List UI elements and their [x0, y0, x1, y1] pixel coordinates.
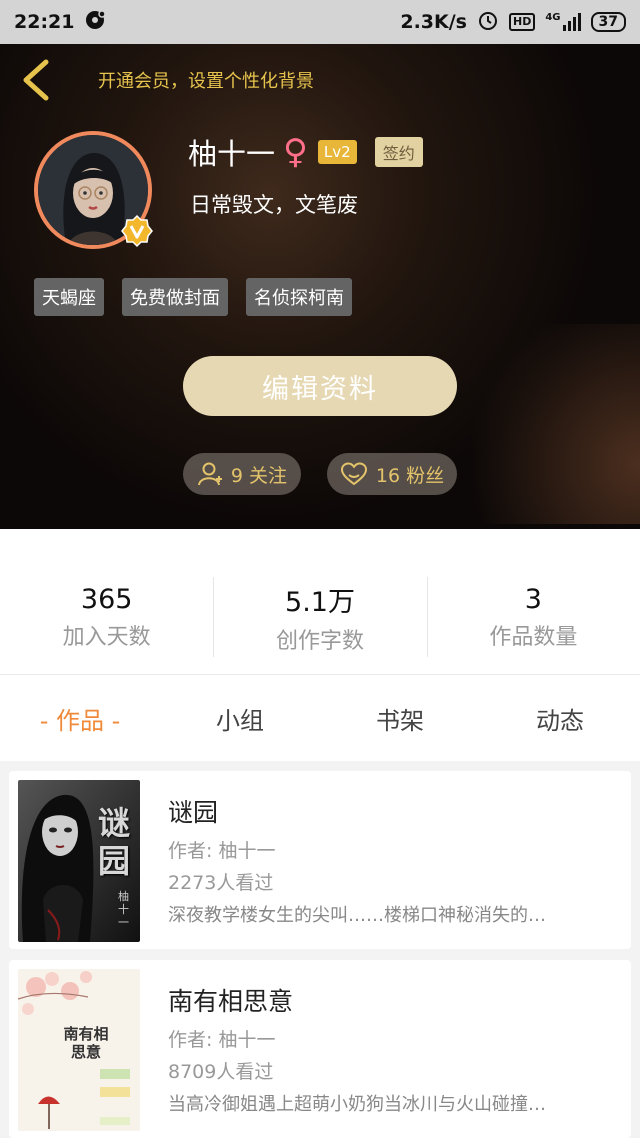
book-cover: 南有相思意 — [18, 969, 140, 1131]
stat-label: 作品数量 — [489, 625, 578, 650]
cover-title: 谜园 — [97, 804, 130, 880]
network-speed: 2.3K/s — [400, 11, 467, 33]
stat-value: 365 — [80, 584, 133, 615]
book-title: 南有相思意 — [168, 987, 294, 1016]
stat-label: 加入天数 — [62, 625, 151, 650]
tag-item: 免费做封面 — [122, 278, 228, 316]
heart-icon — [340, 462, 367, 486]
back-button[interactable] — [18, 58, 54, 102]
profile-header: 开通会员，设置个性化背景 柚十一 ♀ Lv2 签约 日常毁文，文笔废 天蝎座 免… — [0, 44, 640, 529]
stat-value: 5.1万 — [285, 587, 355, 618]
tab-bookshelf[interactable]: 书架 — [320, 675, 480, 761]
user-icon — [197, 462, 222, 486]
back-arrow-icon — [23, 59, 49, 101]
fans-count: 16 粉丝 — [375, 464, 445, 487]
tag-item: 天蝎座 — [34, 278, 104, 316]
vip-background-hint[interactable]: 开通会员，设置个性化背景 — [98, 67, 314, 93]
tab-works[interactable]: - 作品 - — [0, 675, 160, 761]
username: 柚十一 — [188, 137, 276, 171]
stats-panel: 365 加入天数 5.1万 创作字数 3 作品数量 — [0, 529, 640, 674]
verified-badge-icon — [120, 214, 154, 248]
book-card[interactable]: 谜园 柚十一 谜园 作者: 柚十一 2273人看过 深夜教学楼女生的尖叫……楼梯… — [9, 771, 631, 949]
cover-title: 南有相思意 — [63, 1025, 109, 1061]
level-badge: Lv2 — [317, 140, 357, 164]
alarm-icon — [477, 9, 499, 36]
book-title: 谜园 — [168, 798, 219, 827]
hd-badge: HD — [509, 13, 536, 31]
cover-author: 柚十一 — [118, 890, 129, 929]
battery-indicator: 37 — [590, 12, 626, 32]
profile-tabs: - 作品 - 小组 书架 动态 — [0, 674, 640, 761]
book-cover: 谜园 柚十一 — [18, 780, 140, 942]
status-time: 22:21 — [14, 11, 75, 33]
tab-groups[interactable]: 小组 — [160, 675, 320, 761]
following-count: 9 关注 — [230, 464, 288, 487]
notification-icon — [84, 9, 107, 36]
book-views: 8709人看过 — [168, 1061, 274, 1083]
status-bar: 22:21 2.3K/s HD 4G 37 — [0, 0, 640, 44]
network-type: 4G — [545, 12, 561, 23]
stat-works: 3 作品数量 — [426, 529, 640, 674]
edit-profile-button[interactable]: 编辑资料 — [183, 356, 457, 416]
fans-button[interactable]: 16 粉丝 — [327, 453, 457, 495]
female-gender-icon: ♀ — [283, 132, 308, 172]
stat-label: 创作字数 — [275, 629, 364, 654]
signal-icon: 4G — [545, 12, 581, 31]
stat-words: 5.1万 创作字数 — [213, 529, 426, 674]
user-tags: 天蝎座 免费做封面 名侦探柯南 — [34, 278, 352, 316]
book-views: 2273人看过 — [168, 872, 274, 894]
book-description: 当高冷御姐遇上超萌小奶狗当冰川与火山碰撞… — [168, 1094, 546, 1115]
book-author: 作者: 柚十一 — [168, 840, 276, 862]
user-bio: 日常毁文，文笔废 — [190, 193, 358, 217]
book-card[interactable]: 南有相思意 南有相思意 作者: 柚十一 8709人看过 当高冷御姐遇上超萌小奶狗… — [9, 960, 631, 1138]
signed-badge: 签约 — [374, 137, 423, 167]
stat-days: 365 加入天数 — [0, 529, 213, 674]
stat-value: 3 — [524, 584, 542, 615]
header-glow — [440, 324, 640, 524]
tag-item: 名侦探柯南 — [246, 278, 352, 316]
tab-activity[interactable]: 动态 — [480, 675, 640, 761]
following-button[interactable]: 9 关注 — [183, 453, 301, 495]
book-description: 深夜教学楼女生的尖叫……楼梯口神秘消失的… — [168, 905, 546, 926]
name-row: 柚十一 ♀ Lv2 签约 — [188, 131, 423, 173]
book-author: 作者: 柚十一 — [168, 1029, 276, 1051]
